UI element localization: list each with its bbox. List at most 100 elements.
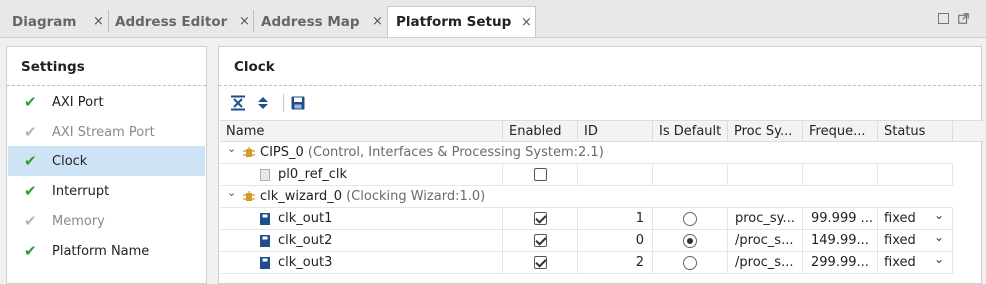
frequency-cell[interactable]: 299.99...: [803, 252, 878, 274]
chevron-down-icon[interactable]: ⌄: [934, 230, 944, 244]
id-cell[interactable]: 0: [578, 230, 653, 252]
id-cell: [578, 164, 653, 186]
is-default-radio[interactable]: [683, 212, 697, 226]
group-name: CIPS_0: [260, 145, 304, 160]
toolbar-separator: [283, 94, 284, 112]
group-description: (Control, Interfaces & Processing System…: [307, 145, 604, 160]
port-icon: [260, 213, 270, 225]
proc-sys-cell[interactable]: /proc_s...: [728, 230, 803, 252]
status-value: fixed: [884, 233, 916, 248]
editor-tab-bar: Diagram × Address Editor × Address Map ×…: [0, 0, 986, 38]
tab-label: Diagram: [12, 13, 77, 30]
divider: [7, 85, 206, 86]
tab-label: Address Editor: [115, 13, 228, 30]
port-icon: [260, 169, 270, 181]
status-value: fixed: [884, 255, 916, 270]
is-default-cell: [653, 164, 728, 186]
table-row[interactable]: clk_out3 2 /proc_s... 299.99... fixed ⌄: [220, 252, 953, 274]
ip-block-icon: [243, 191, 255, 201]
frequency-cell: [803, 164, 878, 186]
chevron-down-icon[interactable]: ⌄: [934, 252, 944, 266]
id-cell[interactable]: 2: [578, 252, 653, 274]
column-header-proc-sys[interactable]: Proc Sy...: [728, 121, 803, 142]
expand-all-icon[interactable]: [255, 95, 271, 111]
group-label: CIPS_0 (Control, Interfaces & Processing…: [260, 142, 860, 164]
check-icon: ✔: [24, 152, 37, 170]
restore-icon[interactable]: [958, 13, 969, 24]
clock-name: clk_out3: [278, 252, 503, 274]
tab-diagram[interactable]: Diagram ×: [4, 6, 108, 37]
settings-item-axi-stream-port[interactable]: ✔ AXI Stream Port: [8, 117, 205, 147]
column-header-name[interactable]: Name: [220, 121, 503, 142]
port-icon: [260, 257, 270, 269]
settings-item-platform-name[interactable]: ✔ Platform Name: [8, 236, 205, 266]
check-icon: ✔: [24, 182, 37, 200]
id-cell[interactable]: 1: [578, 208, 653, 230]
tab-platform-setup[interactable]: Platform Setup ×: [387, 6, 536, 37]
close-icon[interactable]: ×: [521, 15, 532, 30]
settings-item-label: Interrupt: [52, 183, 110, 199]
column-header-status[interactable]: Status: [878, 121, 953, 142]
table-group-row[interactable]: ⌄ clk_wizard_0 (Clocking Wizard:1.0): [220, 186, 953, 208]
check-icon: ✔: [24, 93, 37, 111]
column-header-frequency[interactable]: Freque...: [803, 121, 878, 142]
group-label: clk_wizard_0 (Clocking Wizard:1.0): [260, 186, 860, 208]
proc-sys-cell[interactable]: proc_sy...: [728, 208, 803, 230]
enabled-checkbox[interactable]: [534, 212, 547, 225]
column-header-enabled[interactable]: Enabled: [503, 121, 578, 142]
frequency-cell[interactable]: 149.99...: [803, 230, 878, 252]
port-icon: [260, 235, 270, 247]
proc-sys-cell[interactable]: /proc_s...: [728, 252, 803, 274]
table-group-row[interactable]: ⌄ CIPS_0 (Control, Interfaces & Processi…: [220, 142, 953, 164]
settings-item-memory[interactable]: ✔ Memory: [8, 206, 205, 236]
tab-address-map[interactable]: Address Map ×: [253, 6, 386, 37]
clock-panel: Clock Name Enabled ID Is Default Proc Sy…: [218, 46, 983, 284]
status-value: fixed: [884, 211, 916, 226]
settings-item-label: Memory: [52, 213, 105, 229]
table-row[interactable]: pl0_ref_clk: [220, 164, 953, 186]
settings-item-label: AXI Stream Port: [52, 124, 155, 140]
settings-item-label: Platform Name: [52, 243, 150, 259]
settings-panel: Settings ✔ AXI Port ✔ AXI Stream Port ✔ …: [6, 46, 207, 284]
enabled-checkbox[interactable]: [534, 168, 547, 181]
table-row[interactable]: clk_out1 1 proc_sy... 99.999 ... fixed ⌄: [220, 208, 953, 230]
minimize-icon[interactable]: [938, 13, 949, 24]
close-icon[interactable]: ×: [93, 14, 104, 29]
column-header-id[interactable]: ID: [578, 121, 653, 142]
table-header-filler: [953, 120, 983, 142]
close-icon[interactable]: ×: [239, 14, 250, 29]
group-name: clk_wizard_0: [260, 189, 342, 204]
clock-name: clk_out2: [278, 230, 503, 252]
divider: [219, 85, 981, 86]
settings-item-axi-port[interactable]: ✔ AXI Port: [8, 87, 205, 117]
settings-item-label: Clock: [52, 153, 88, 169]
settings-item-clock[interactable]: ✔ Clock: [8, 146, 205, 176]
tab-address-editor[interactable]: Address Editor ×: [107, 6, 253, 37]
close-icon[interactable]: ×: [372, 14, 383, 29]
clock-name: clk_out1: [278, 208, 503, 230]
status-cell: [878, 164, 953, 186]
is-default-radio[interactable]: [683, 256, 697, 270]
enabled-checkbox[interactable]: [534, 256, 547, 269]
chevron-down-icon[interactable]: ⌄: [227, 186, 236, 199]
clock-name: pl0_ref_clk: [278, 164, 503, 186]
collapse-all-icon[interactable]: [230, 95, 246, 111]
tab-label: Address Map: [261, 13, 360, 30]
ip-block-icon: [243, 147, 255, 157]
chevron-down-icon[interactable]: ⌄: [934, 208, 944, 222]
group-description: (Clocking Wizard:1.0): [346, 189, 486, 204]
settings-title: Settings: [21, 59, 85, 75]
column-header-is-default[interactable]: Is Default: [653, 121, 728, 142]
table-header: Name Enabled ID Is Default Proc Sy... Fr…: [220, 120, 953, 142]
save-icon[interactable]: [290, 95, 306, 111]
chevron-down-icon[interactable]: ⌄: [227, 142, 236, 155]
proc-sys-cell: [728, 164, 803, 186]
clock-title: Clock: [234, 59, 275, 75]
table-row[interactable]: clk_out2 0 /proc_s... 149.99... fixed ⌄: [220, 230, 953, 252]
check-icon: ✔: [24, 242, 37, 260]
is-default-radio[interactable]: [683, 234, 697, 248]
check-icon: ✔: [24, 212, 37, 230]
enabled-checkbox[interactable]: [534, 234, 547, 247]
settings-item-interrupt[interactable]: ✔ Interrupt: [8, 176, 205, 206]
frequency-cell[interactable]: 99.999 ...: [803, 208, 878, 230]
